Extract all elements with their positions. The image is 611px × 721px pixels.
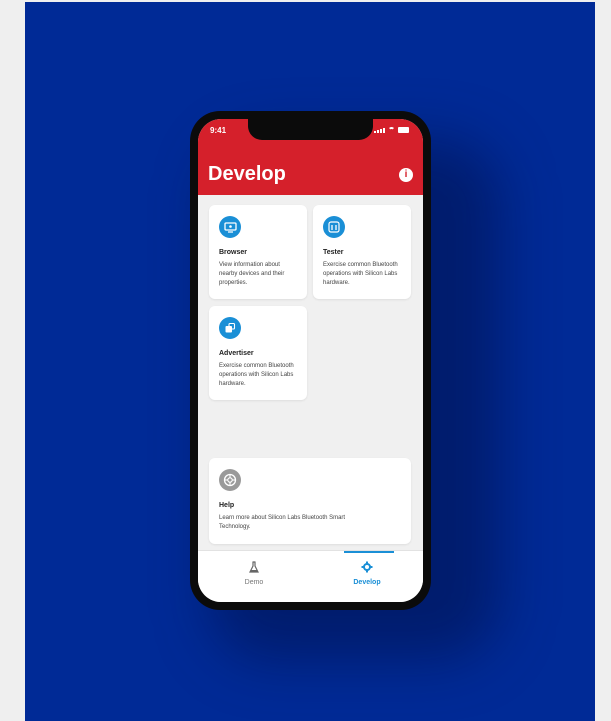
app-header: 9:41 Develop i <box>198 119 423 195</box>
card-title: Tester <box>323 249 344 256</box>
flask-icon <box>249 561 259 576</box>
card-description: Learn more about Silicon Labs Bluetooth … <box>219 515 346 530</box>
tester-card[interactable]: Tester Exercise common Bluetooth operati… <box>313 205 411 299</box>
help-card[interactable]: Help Learn more about Silicon Labs Bluet… <box>209 458 411 544</box>
tab-demo[interactable]: Demo <box>198 551 310 602</box>
tab-bar: Demo Develop <box>198 550 423 602</box>
card-title: Browser <box>219 249 248 256</box>
phone-frame: 9:41 Develop i Browser View information … <box>190 111 431 610</box>
status-icons <box>374 127 409 133</box>
card-description: View information about nearby devices an… <box>219 262 285 286</box>
browser-card[interactable]: Browser View information about nearby de… <box>209 205 307 299</box>
card-title: Help <box>219 502 235 509</box>
active-tab-indicator <box>344 551 394 553</box>
battery-icon <box>398 127 409 133</box>
tab-label: Demo <box>244 579 264 586</box>
card-title: Advertiser <box>219 350 254 357</box>
tab-develop[interactable]: Develop <box>311 551 423 602</box>
signal-icon <box>374 128 385 133</box>
phone-screen: 9:41 Develop i Browser View information … <box>198 119 423 602</box>
status-time: 9:41 <box>210 126 227 135</box>
page-title: Develop <box>208 163 286 185</box>
wifi-icon <box>388 127 395 133</box>
gear-icon <box>361 561 373 576</box>
phone-notch <box>248 119 373 140</box>
tester-icon <box>323 216 345 238</box>
card-description: Exercise common Bluetooth operations wit… <box>323 262 398 286</box>
card-description: Exercise common Bluetooth operations wit… <box>219 363 294 387</box>
browser-icon <box>219 216 241 238</box>
help-icon <box>219 469 241 491</box>
advertiser-icon <box>219 317 241 339</box>
tab-label: Develop <box>353 579 381 586</box>
advertiser-card[interactable]: Advertiser Exercise common Bluetooth ope… <box>209 306 307 400</box>
info-icon[interactable]: i <box>399 168 413 182</box>
